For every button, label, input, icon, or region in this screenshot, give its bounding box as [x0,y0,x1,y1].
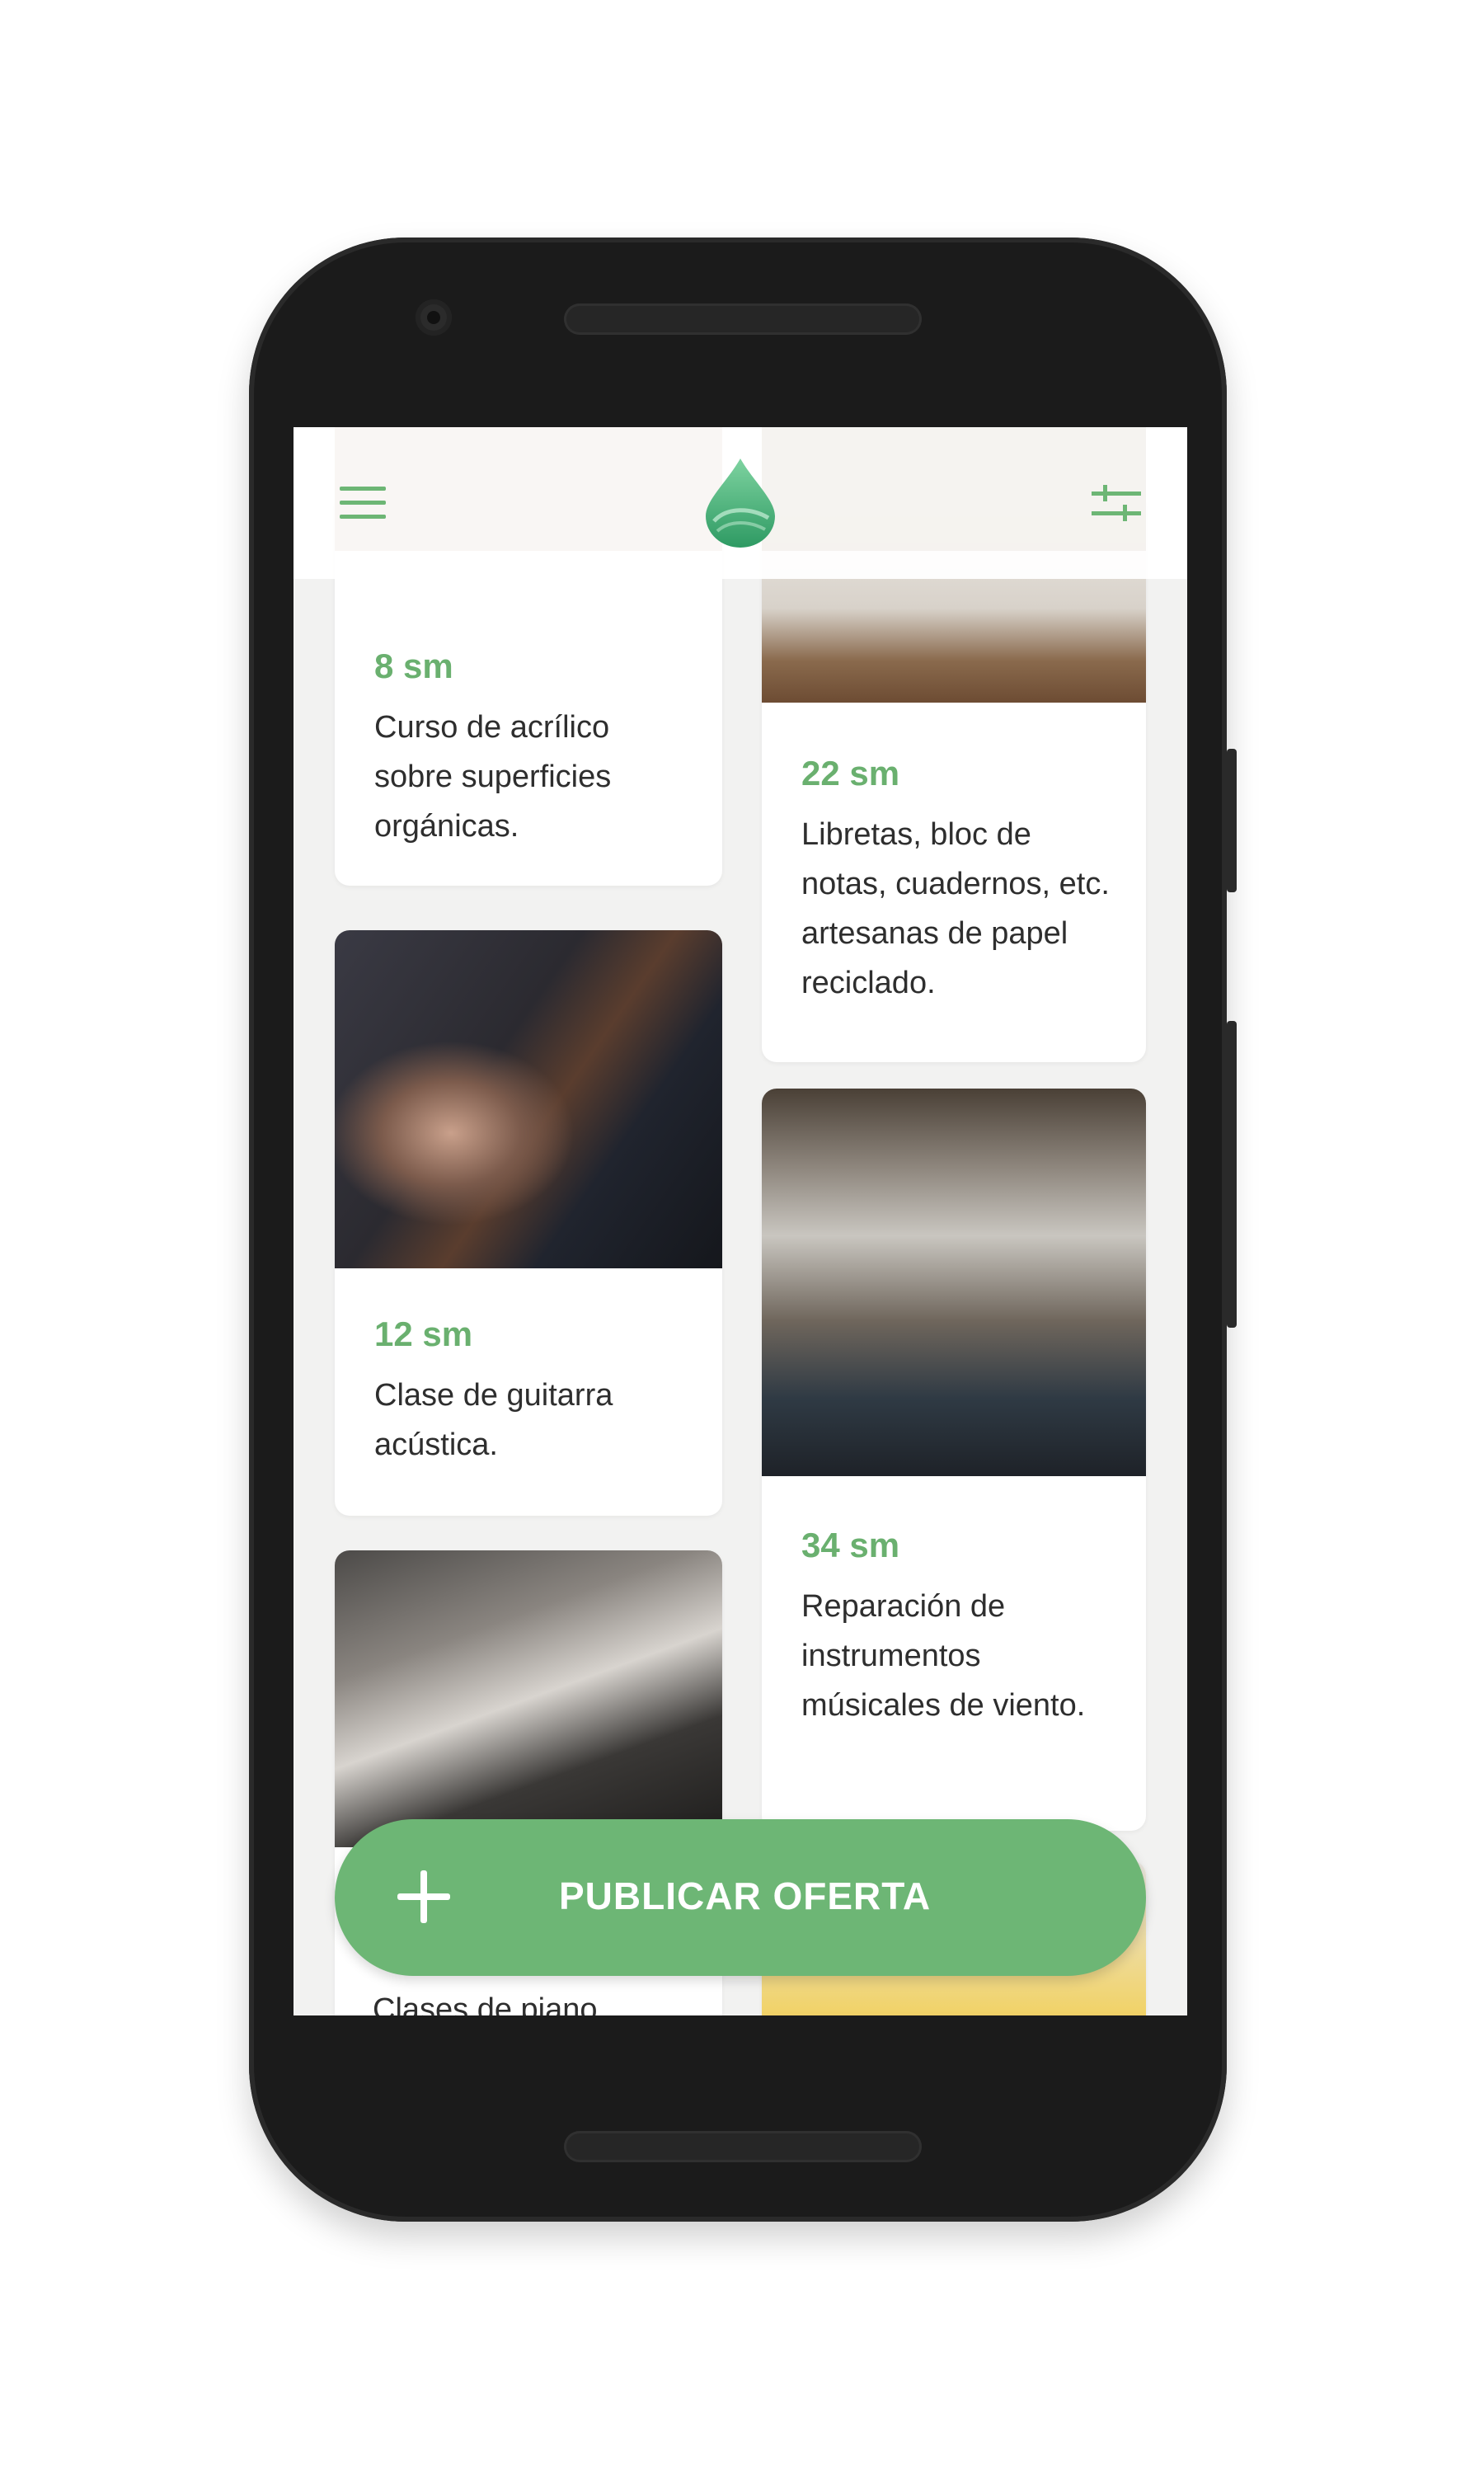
header-background-image-right [762,427,1146,551]
app-header [294,427,1187,579]
phone-side-button-lower [1227,1021,1237,1328]
offer-image-workshop [762,1089,1146,1476]
hamburger-menu-icon[interactable] [340,487,386,523]
offer-card-guitar[interactable]: 12 sm Clase de guitarra acústica. [335,930,722,1516]
offer-description: Reparación de instrumentos músicales de … [801,1589,1086,1723]
plus-icon [397,1870,450,1923]
publish-offer-label: PUBLICAR OFERTA [559,1874,932,1917]
top-speaker-grille [564,303,922,335]
offer-price: 12 sm [374,1315,473,1353]
phone-side-button-upper [1227,749,1237,892]
offer-price: 34 sm [801,1526,900,1564]
green-drop-logo [706,459,775,548]
offer-image-piano [335,1550,722,1847]
offer-description-cutoff: Clases de piano [373,1992,598,2015]
bottom-speaker-grille [564,2131,922,2162]
offer-price: 22 sm [801,754,900,793]
header-background-image-left [335,427,722,551]
offer-description: Libretas, bloc de notas, cuadernos, etc.… [801,817,1110,1000]
front-camera [416,299,452,336]
offer-image-guitar [335,930,722,1268]
offer-price: 8 sm [374,647,453,685]
offer-card-instrument-repair[interactable]: 34 sm Reparación de instrumentos músical… [762,1089,1146,1831]
offer-description: Curso de acrílico sobre superficies orgá… [374,710,612,844]
offer-description: Clase de guitarra acústica. [374,1378,613,1462]
sliders-filter-icon[interactable] [1092,482,1141,526]
app-screen: 8 sm Curso de acrílico sobre superficies… [294,427,1187,2015]
publish-offer-button[interactable]: PUBLICAR OFERTA [335,1819,1146,1976]
